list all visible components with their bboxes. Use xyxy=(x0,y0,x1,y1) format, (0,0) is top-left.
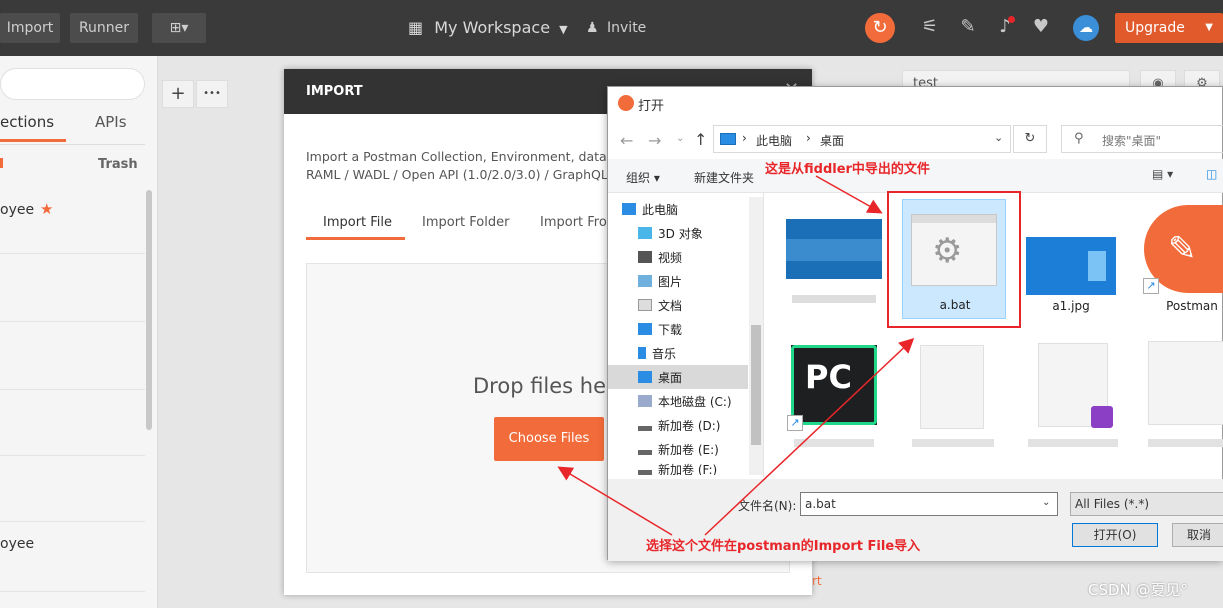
arrow-to-choose xyxy=(557,466,673,536)
watermark: CSDN @夏见° xyxy=(1088,581,1189,599)
arrow-to-abat xyxy=(704,337,915,536)
arrow-to-file xyxy=(815,175,883,214)
annotation-arrows xyxy=(557,175,915,536)
